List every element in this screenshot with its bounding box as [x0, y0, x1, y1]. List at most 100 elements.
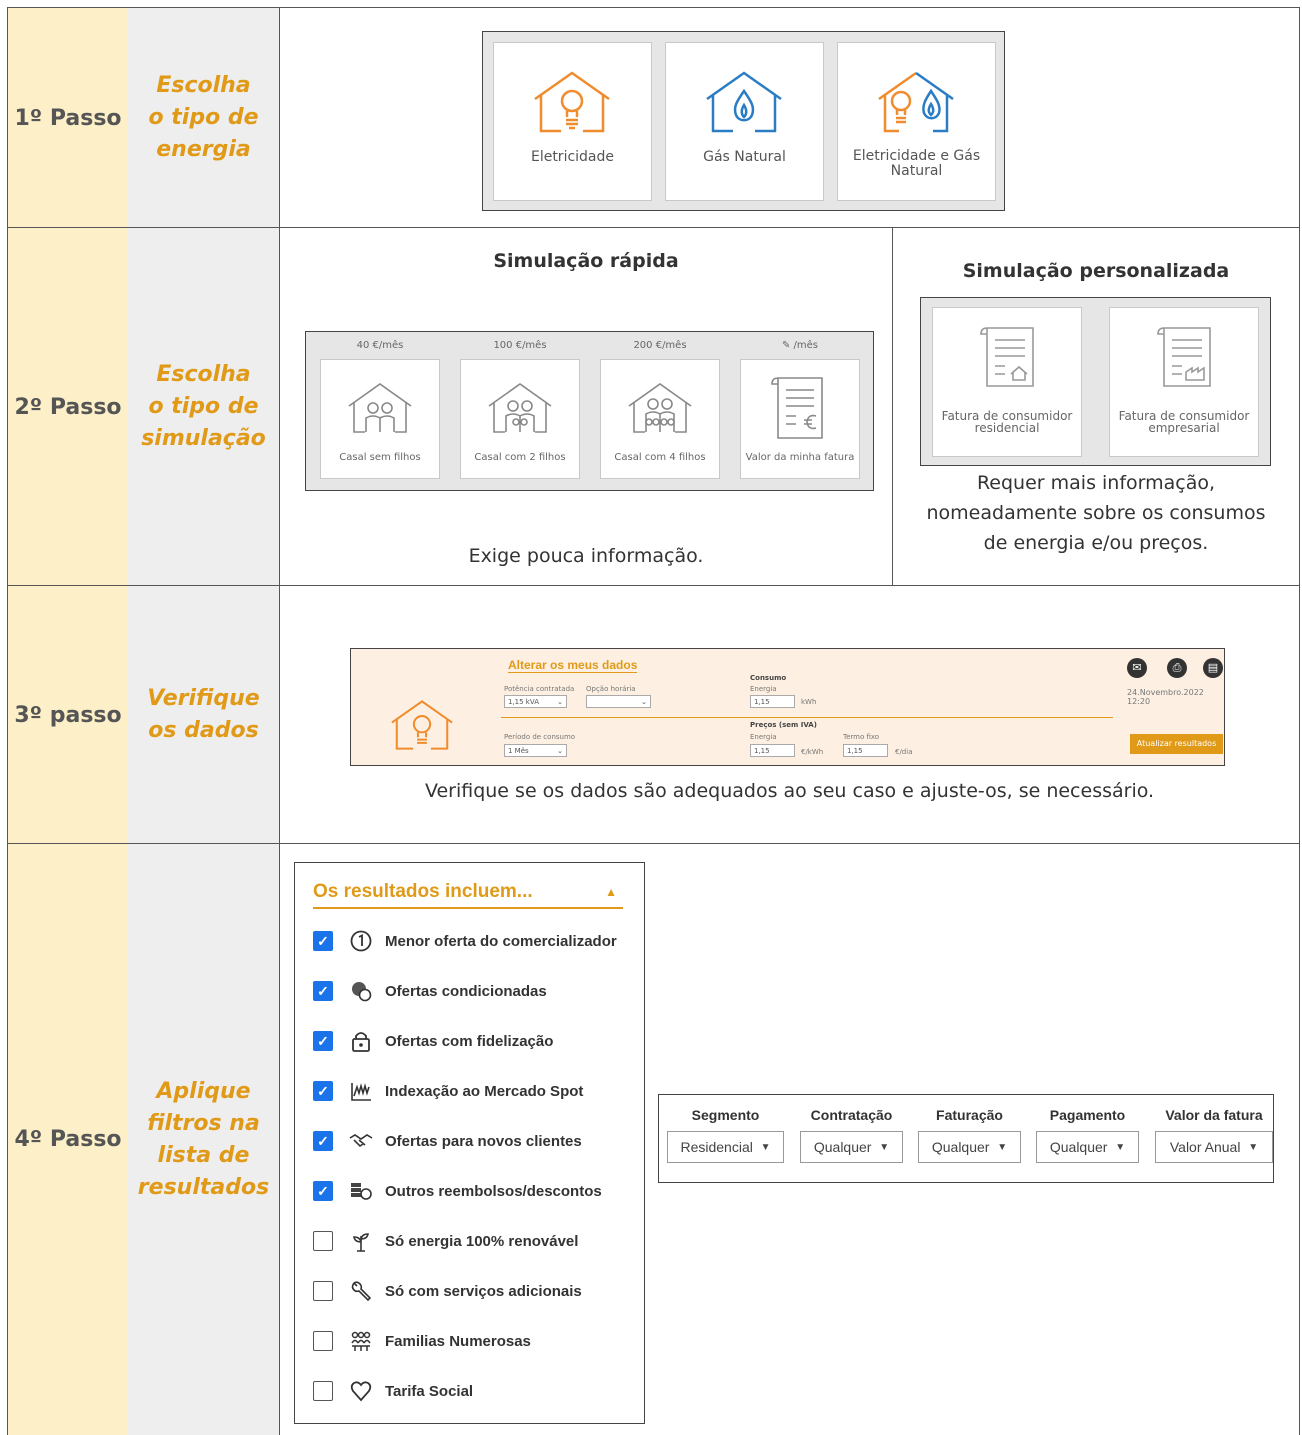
print-icon[interactable]: ⎙ — [1167, 658, 1187, 678]
house-flame-icon — [706, 71, 782, 133]
periodo-select[interactable]: 1 Mês ⌄ — [504, 744, 567, 757]
checkbox[interactable]: ✓ — [313, 1031, 333, 1051]
note-line: de energia e/ou preços. — [983, 532, 1209, 554]
filter-item[interactable]: Só com serviços adicionais — [313, 1276, 582, 1306]
energy-card-both[interactable]: Eletricidade e Gás Natural — [837, 42, 996, 201]
filter-header: Segmento — [691, 1107, 760, 1123]
checkbox[interactable] — [313, 1281, 333, 1301]
quick-card-family2[interactable]: Casal com 2 filhos — [460, 359, 580, 479]
filter-item[interactable]: ✓ Menor oferta do comercializador — [313, 926, 617, 956]
desc-line: os dados — [148, 718, 259, 743]
quick-card-label: Casal com 2 filhos — [474, 452, 566, 463]
filter-label: Indexação ao Mercado Spot — [385, 1082, 584, 1100]
filter-label: Ofertas com fidelização — [385, 1032, 554, 1050]
quick-card-couple[interactable]: Casal sem filhos — [320, 359, 440, 479]
quick-sim-panel: 40 €/mês 100 €/mês 200 €/mês ✎ /mês Casa… — [305, 331, 874, 491]
dropdown-value: Qualquer — [813, 1139, 872, 1155]
potencia-select[interactable]: 1,15 kVA ⌄ — [504, 695, 567, 708]
custom-card-label: Fatura de consumidor residencial — [941, 409, 1073, 435]
filter-label: Menor oferta do comercializador — [385, 932, 617, 950]
faturacao-dropdown[interactable]: Qualquer ▼ — [918, 1131, 1021, 1163]
data-form: Alterar os meus dados Potência contratad… — [350, 648, 1225, 766]
filter-item[interactable]: ✓ Ofertas condicionadas — [313, 976, 547, 1006]
valor-fatura-filter: Valor da fatura Valor Anual ▼ — [1155, 1107, 1273, 1163]
wrench-icon — [349, 1279, 373, 1303]
checkbox[interactable]: ✓ — [313, 981, 333, 1001]
house-bulb-icon — [391, 700, 453, 750]
dropdown-value: Residencial — [680, 1139, 753, 1155]
chevron-down-icon: ⌄ — [557, 747, 563, 755]
check-icon: ✓ — [317, 1032, 329, 1049]
filters-header[interactable]: Os resultados incluem... ▲ — [313, 881, 623, 909]
segment-filter: Segmento Residencial ▼ — [667, 1107, 784, 1163]
energy-card-label: Eletricidade e Gás Natural — [852, 148, 981, 179]
note-line: nomeadamente sobre os consumos — [926, 502, 1266, 524]
house-family2-icon — [488, 383, 552, 433]
desc-line: Verifique — [147, 686, 260, 711]
check-icon: ✓ — [317, 1182, 329, 1199]
checkbox[interactable] — [313, 1331, 333, 1351]
quick-card-invoice[interactable]: Valor da minha fatura — [740, 359, 860, 479]
energia-label: Energia — [750, 685, 777, 693]
plant-icon — [349, 1229, 373, 1253]
checkbox[interactable]: ✓ — [313, 1181, 333, 1201]
step-row-2: 2º Passo Escolha o tipo de simulação Simul… — [7, 227, 1300, 586]
step-description: Escolha o tipo de energia — [128, 8, 280, 228]
chevron-down-icon: ⌄ — [557, 698, 563, 706]
filter-item[interactable]: ✓ Indexação ao Mercado Spot — [313, 1076, 583, 1106]
faturacao-filter: Faturação Qualquer ▼ — [918, 1107, 1021, 1163]
step-content: Os resultados incluem... ▲ ✓ Menor oferta… — [280, 844, 1300, 1435]
family-icon — [349, 1329, 373, 1353]
caret-down-icon: ▼ — [879, 1141, 890, 1153]
filter-header: Faturação — [936, 1107, 1003, 1123]
termo-label: Termo fixo — [843, 733, 880, 741]
filter-item[interactable]: Só energia 100% renovável — [313, 1226, 578, 1256]
custom-card-residential[interactable]: Fatura de consumidor residencial — [932, 307, 1082, 457]
step-content: Alterar os meus dados Potência contratad… — [280, 586, 1300, 844]
filters-title: Os resultados incluem... — [313, 881, 533, 902]
filter-item[interactable]: Tarifa Social — [313, 1376, 473, 1406]
termo-input[interactable]: 1,15 — [843, 744, 888, 757]
opcao-select[interactable]: ⌄ — [586, 695, 651, 708]
contratacao-dropdown[interactable]: Qualquer ▼ — [800, 1131, 903, 1163]
pagamento-dropdown[interactable]: Qualquer ▼ — [1036, 1131, 1139, 1163]
energy-card-electricity[interactable]: Eletricidade — [493, 42, 652, 201]
lock-icon — [349, 1029, 373, 1053]
quick-card-family4[interactable]: Casal com 4 filhos — [600, 359, 720, 479]
quick-sim-note: Exige pouca informação. — [468, 545, 704, 567]
custom-sim-title: Simulação personalizada — [962, 260, 1230, 282]
checkbox[interactable]: ✓ — [313, 1131, 333, 1151]
filter-label: Só energia 100% renovável — [385, 1232, 579, 1250]
valor-fatura-dropdown[interactable]: Valor Anual ▼ — [1155, 1131, 1273, 1163]
preco-energia-input[interactable]: 1,15 — [750, 744, 795, 757]
desc-line: simulação — [141, 426, 266, 451]
custom-card-business[interactable]: Fatura de consumidor empresarial — [1109, 307, 1259, 457]
caret-down-icon: ▼ — [997, 1141, 1008, 1153]
checkbox[interactable] — [313, 1231, 333, 1251]
desc-line: o tipo de — [148, 105, 259, 130]
caret-up-icon: ▲ — [605, 885, 617, 899]
email-icon[interactable]: ✉ — [1127, 658, 1147, 678]
energia-input[interactable]: 1,15 — [750, 695, 795, 708]
termo-unit: €/dia — [895, 748, 913, 756]
energy-card-gas[interactable]: Gás Natural — [665, 42, 824, 201]
steps-table: 1º Passo Escolha o tipo de energia Eletric… — [7, 7, 1300, 1435]
potencia-label: Potência contratada — [504, 685, 575, 693]
check-icon: ✓ — [317, 982, 329, 999]
form-divider — [501, 717, 1113, 718]
desc-line: lista de — [157, 1142, 250, 1168]
update-results-button[interactable]: Atualizar resultados — [1130, 734, 1223, 754]
checkbox[interactable]: ✓ — [313, 931, 333, 951]
filter-item[interactable]: ✓ Ofertas para novos clientes — [313, 1126, 582, 1156]
filter-label: Tarifa Social — [385, 1382, 474, 1400]
segment-dropdown[interactable]: Residencial ▼ — [667, 1131, 784, 1163]
document-icon[interactable]: ▤ — [1203, 658, 1223, 678]
step-description: Verifique os dados — [128, 586, 280, 844]
filter-item[interactable]: ✓ Outros reembolsos/descontos — [313, 1176, 602, 1206]
dropdown-value: Qualquer — [1049, 1139, 1108, 1155]
checkbox[interactable] — [313, 1381, 333, 1401]
checkbox[interactable]: ✓ — [313, 1081, 333, 1101]
energy-card-label: Eletricidade — [530, 149, 615, 165]
filter-item[interactable]: ✓ Ofertas com fidelização — [313, 1026, 553, 1056]
filter-item[interactable]: Familias Numerosas — [313, 1326, 531, 1356]
